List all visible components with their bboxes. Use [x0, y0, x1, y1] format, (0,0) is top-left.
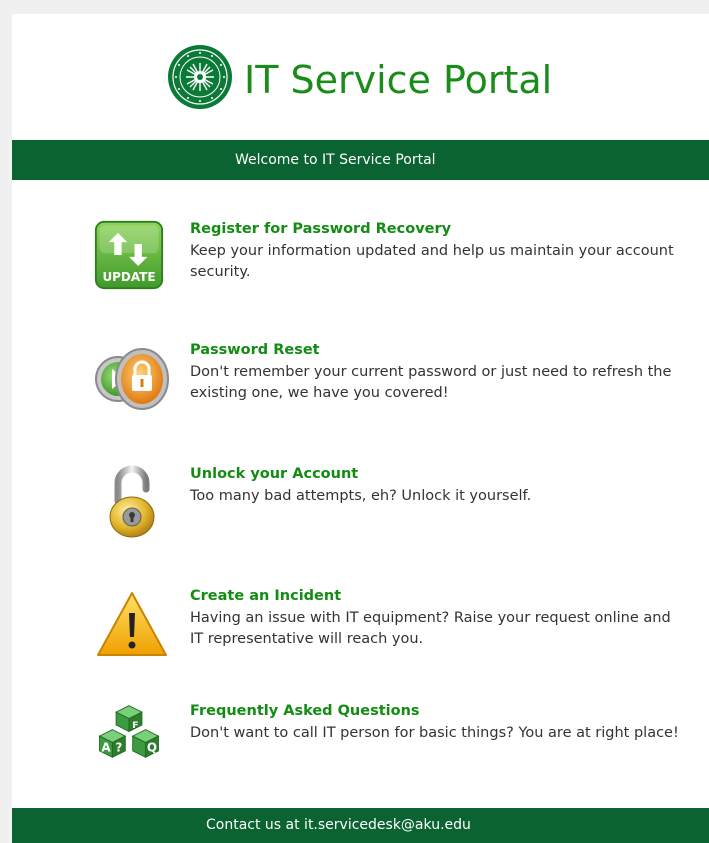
service-body: Create an Incident Having an issue with …	[190, 587, 682, 650]
service-body: Password Reset Don't remember your curre…	[190, 341, 682, 404]
svg-text:A: A	[101, 741, 111, 755]
page-footer: Contact us at it.servicedesk@aku.edu	[12, 808, 709, 843]
unlock-account-link[interactable]: Unlock your Account	[190, 465, 682, 484]
svg-text:UPDATE: UPDATE	[102, 270, 155, 284]
svg-text:Q: Q	[147, 741, 157, 755]
page-header: IT Service Portal	[12, 14, 709, 140]
password-reset-icon[interactable]	[94, 341, 170, 417]
create-incident-link[interactable]: Create an Incident	[190, 587, 682, 606]
service-description: Having an issue with IT equipment? Raise…	[190, 610, 671, 647]
service-description: Don't want to call IT person for basic t…	[190, 725, 679, 741]
warning-icon[interactable]	[94, 587, 170, 663]
service-body: Unlock your Account Too many bad attempt…	[190, 465, 682, 507]
faq-cubes-icon[interactable]: F A ? Q	[94, 702, 164, 772]
portal-title: IT Service Portal	[244, 58, 553, 102]
svg-text:?: ?	[115, 741, 122, 755]
svg-text:F: F	[132, 720, 138, 731]
service-description: Keep your information updated and help u…	[190, 243, 674, 280]
welcome-banner: Welcome to IT Service Portal	[12, 140, 709, 180]
service-body: Frequently Asked Questions Don't want to…	[190, 702, 682, 744]
university-logo-icon	[168, 45, 232, 109]
register-password-recovery-link[interactable]: Register for Password Recovery	[190, 220, 682, 239]
portal-page: IT Service Portal Welcome to IT Service …	[12, 14, 709, 843]
service-description: Don't remember your current password or …	[190, 364, 672, 401]
service-body: Register for Password Recovery Keep your…	[190, 220, 682, 283]
contact-text: Contact us at it.servicedesk@aku.edu	[206, 817, 471, 833]
update-icon[interactable]: UPDATE	[94, 220, 164, 290]
service-description: Too many bad attempts, eh? Unlock it you…	[190, 488, 532, 504]
welcome-text: Welcome to IT Service Portal	[235, 152, 436, 168]
faq-link[interactable]: Frequently Asked Questions	[190, 702, 682, 721]
padlock-icon[interactable]	[94, 465, 170, 541]
password-reset-link[interactable]: Password Reset	[190, 341, 682, 360]
